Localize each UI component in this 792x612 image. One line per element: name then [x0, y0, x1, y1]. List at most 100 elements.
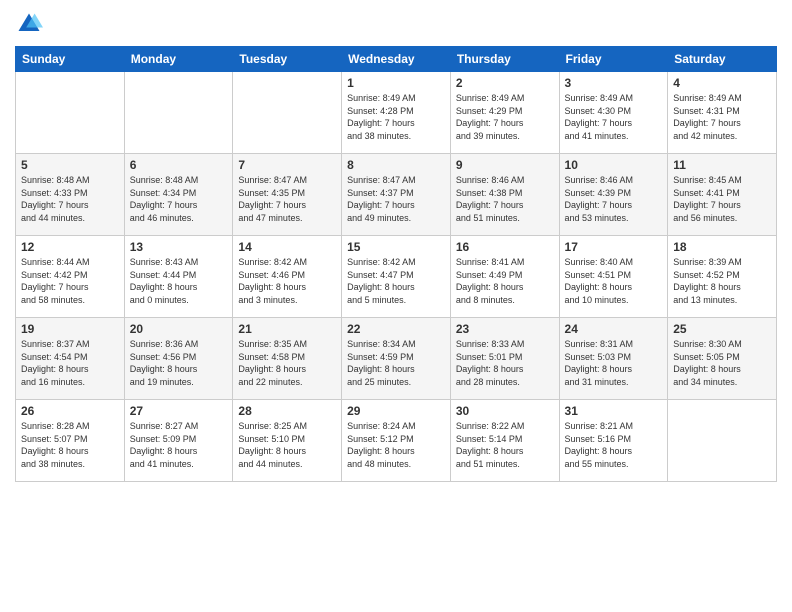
- calendar-header-row: SundayMondayTuesdayWednesdayThursdayFrid…: [16, 47, 777, 72]
- calendar-cell: 22 Sunrise: 8:34 AMSunset: 4:59 PMDayligh…: [342, 318, 451, 400]
- day-info: Sunrise: 8:28 AMSunset: 5:07 PMDaylight:…: [21, 420, 119, 470]
- day-header-tuesday: Tuesday: [233, 47, 342, 72]
- calendar-cell: 6Sunrise: 8:48 AMSunset: 4:34 PMDaylight…: [124, 154, 233, 236]
- calendar-cell: 2Sunrise: 8:49 AMSunset: 4:29 PMDaylight…: [450, 72, 559, 154]
- calendar-cell: 1 Sunrise: 8:49 AMSunset: 4:28 PMDaylight…: [342, 72, 451, 154]
- calendar-cell: 5Sunrise: 8:48 AMSunset: 4:33 PMDaylight…: [16, 154, 125, 236]
- calendar-cell: 3 Sunrise: 8:49 AMSunset: 4:30 PMDaylight…: [559, 72, 668, 154]
- day-info: Sunrise: 8:49 AMSunset: 4:28 PMDaylight:…: [347, 92, 445, 142]
- calendar-cell: 20 Sunrise: 8:36 AMSunset: 4:56 PMDayligh…: [124, 318, 233, 400]
- header: [15, 10, 777, 38]
- day-number: 24: [565, 322, 663, 336]
- calendar-cell: [16, 72, 125, 154]
- day-info: Sunrise: 8:49 AMSunset: 4:31 PMDaylight:…: [673, 92, 771, 142]
- day-number: 8: [347, 158, 445, 172]
- day-number: 13: [130, 240, 228, 254]
- day-number: 17: [565, 240, 663, 254]
- day-number: 10: [565, 158, 663, 172]
- day-number: 1: [347, 76, 445, 90]
- day-number: 9: [456, 158, 554, 172]
- day-number: 22: [347, 322, 445, 336]
- day-info: Sunrise: 8:25 AMSunset: 5:10 PMDaylight:…: [238, 420, 336, 470]
- calendar-cell: [124, 72, 233, 154]
- day-header-wednesday: Wednesday: [342, 47, 451, 72]
- calendar-cell: 16 Sunrise: 8:41 AMSunset: 4:49 PMDayligh…: [450, 236, 559, 318]
- day-number: 6: [130, 158, 228, 172]
- calendar-week-2: 5Sunrise: 8:48 AMSunset: 4:33 PMDaylight…: [16, 154, 777, 236]
- day-info: Sunrise: 8:34 AMSunset: 4:59 PMDaylight:…: [347, 338, 445, 388]
- day-number: 27: [130, 404, 228, 418]
- calendar-cell: [668, 400, 777, 482]
- day-info: Sunrise: 8:43 AMSunset: 4:44 PMDaylight:…: [130, 256, 228, 306]
- calendar-cell: 7 Sunrise: 8:47 AMSunset: 4:35 PMDaylight…: [233, 154, 342, 236]
- day-info: Sunrise: 8:22 AMSunset: 5:14 PMDaylight:…: [456, 420, 554, 470]
- calendar-cell: 25 Sunrise: 8:30 AMSunset: 5:05 PMDayligh…: [668, 318, 777, 400]
- calendar-cell: 12Sunrise: 8:44 AMSunset: 4:42 PMDayligh…: [16, 236, 125, 318]
- day-info: Sunrise: 8:35 AMSunset: 4:58 PMDaylight:…: [238, 338, 336, 388]
- day-header-thursday: Thursday: [450, 47, 559, 72]
- day-number: 29: [347, 404, 445, 418]
- day-number: 3: [565, 76, 663, 90]
- calendar-cell: 15 Sunrise: 8:42 AMSunset: 4:47 PMDayligh…: [342, 236, 451, 318]
- day-info: Sunrise: 8:45 AMSunset: 4:41 PMDaylight:…: [673, 174, 771, 224]
- calendar-cell: 23 Sunrise: 8:33 AMSunset: 5:01 PMDayligh…: [450, 318, 559, 400]
- day-info: Sunrise: 8:36 AMSunset: 4:56 PMDaylight:…: [130, 338, 228, 388]
- day-info: Sunrise: 8:42 AMSunset: 4:46 PMDaylight:…: [238, 256, 336, 306]
- day-header-friday: Friday: [559, 47, 668, 72]
- calendar-cell: 28 Sunrise: 8:25 AMSunset: 5:10 PMDayligh…: [233, 400, 342, 482]
- day-number: 26: [21, 404, 119, 418]
- day-number: 14: [238, 240, 336, 254]
- calendar-cell: 8Sunrise: 8:47 AMSunset: 4:37 PMDaylight…: [342, 154, 451, 236]
- calendar-cell: 17 Sunrise: 8:40 AMSunset: 4:51 PMDayligh…: [559, 236, 668, 318]
- day-number: 23: [456, 322, 554, 336]
- day-number: 28: [238, 404, 336, 418]
- day-info: Sunrise: 8:37 AMSunset: 4:54 PMDaylight:…: [21, 338, 119, 388]
- calendar-cell: 14 Sunrise: 8:42 AMSunset: 4:46 PMDayligh…: [233, 236, 342, 318]
- day-number: 7: [238, 158, 336, 172]
- day-info: Sunrise: 8:40 AMSunset: 4:51 PMDaylight:…: [565, 256, 663, 306]
- calendar-cell: 27 Sunrise: 8:27 AMSunset: 5:09 PMDayligh…: [124, 400, 233, 482]
- calendar-week-3: 12Sunrise: 8:44 AMSunset: 4:42 PMDayligh…: [16, 236, 777, 318]
- calendar-cell: 10 Sunrise: 8:46 AMSunset: 4:39 PMDayligh…: [559, 154, 668, 236]
- day-number: 12: [21, 240, 119, 254]
- calendar-cell: 24 Sunrise: 8:31 AMSunset: 5:03 PMDayligh…: [559, 318, 668, 400]
- calendar-cell: 11Sunrise: 8:45 AMSunset: 4:41 PMDayligh…: [668, 154, 777, 236]
- calendar-cell: 13 Sunrise: 8:43 AMSunset: 4:44 PMDayligh…: [124, 236, 233, 318]
- day-number: 16: [456, 240, 554, 254]
- calendar-week-4: 19 Sunrise: 8:37 AMSunset: 4:54 PMDayligh…: [16, 318, 777, 400]
- calendar-cell: 18 Sunrise: 8:39 AMSunset: 4:52 PMDayligh…: [668, 236, 777, 318]
- day-number: 25: [673, 322, 771, 336]
- day-number: 15: [347, 240, 445, 254]
- calendar-cell: 26 Sunrise: 8:28 AMSunset: 5:07 PMDayligh…: [16, 400, 125, 482]
- day-info: Sunrise: 8:30 AMSunset: 5:05 PMDaylight:…: [673, 338, 771, 388]
- calendar-cell: 29Sunrise: 8:24 AMSunset: 5:12 PMDayligh…: [342, 400, 451, 482]
- day-info: Sunrise: 8:21 AMSunset: 5:16 PMDaylight:…: [565, 420, 663, 470]
- calendar-cell: 9 Sunrise: 8:46 AMSunset: 4:38 PMDaylight…: [450, 154, 559, 236]
- day-number: 18: [673, 240, 771, 254]
- calendar-table: SundayMondayTuesdayWednesdayThursdayFrid…: [15, 46, 777, 482]
- day-number: 4: [673, 76, 771, 90]
- day-info: Sunrise: 8:46 AMSunset: 4:39 PMDaylight:…: [565, 174, 663, 224]
- day-info: Sunrise: 8:42 AMSunset: 4:47 PMDaylight:…: [347, 256, 445, 306]
- day-number: 5: [21, 158, 119, 172]
- day-info: Sunrise: 8:27 AMSunset: 5:09 PMDaylight:…: [130, 420, 228, 470]
- calendar-cell: [233, 72, 342, 154]
- day-info: Sunrise: 8:33 AMSunset: 5:01 PMDaylight:…: [456, 338, 554, 388]
- day-info: Sunrise: 8:47 AMSunset: 4:35 PMDaylight:…: [238, 174, 336, 224]
- logo-icon: [15, 10, 43, 38]
- calendar-cell: 31Sunrise: 8:21 AMSunset: 5:16 PMDayligh…: [559, 400, 668, 482]
- day-number: 21: [238, 322, 336, 336]
- day-number: 19: [21, 322, 119, 336]
- day-header-sunday: Sunday: [16, 47, 125, 72]
- calendar-cell: 19 Sunrise: 8:37 AMSunset: 4:54 PMDayligh…: [16, 318, 125, 400]
- day-header-saturday: Saturday: [668, 47, 777, 72]
- day-info: Sunrise: 8:49 AMSunset: 4:29 PMDaylight:…: [456, 92, 554, 142]
- day-info: Sunrise: 8:39 AMSunset: 4:52 PMDaylight:…: [673, 256, 771, 306]
- calendar-cell: 30Sunrise: 8:22 AMSunset: 5:14 PMDayligh…: [450, 400, 559, 482]
- day-number: 20: [130, 322, 228, 336]
- day-info: Sunrise: 8:46 AMSunset: 4:38 PMDaylight:…: [456, 174, 554, 224]
- day-info: Sunrise: 8:49 AMSunset: 4:30 PMDaylight:…: [565, 92, 663, 142]
- day-info: Sunrise: 8:31 AMSunset: 5:03 PMDaylight:…: [565, 338, 663, 388]
- day-info: Sunrise: 8:41 AMSunset: 4:49 PMDaylight:…: [456, 256, 554, 306]
- calendar-week-5: 26 Sunrise: 8:28 AMSunset: 5:07 PMDayligh…: [16, 400, 777, 482]
